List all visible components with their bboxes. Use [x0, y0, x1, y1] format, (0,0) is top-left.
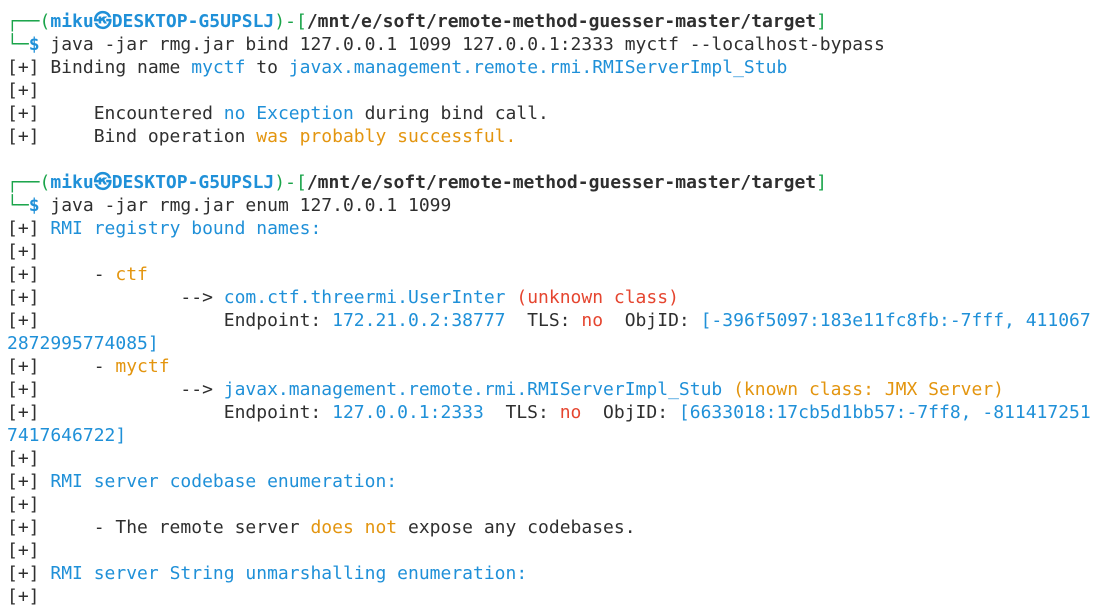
prompt-host: DESKTOP-G5UPSLJ: [111, 172, 275, 193]
output-line: [+]: [7, 80, 40, 101]
obj-id: [6633018:17cb5d1bb57:-7ff8, -811417251: [678, 402, 1091, 423]
prompt-line: ┌──(miku㉿DESKTOP-G5UPSLJ)-[/mnt/e/soft/r…: [7, 10, 827, 33]
output-line: [+]: [7, 540, 40, 561]
prompt-path: /mnt/e/soft/remote-method-guesser-master…: [306, 11, 817, 32]
command-text: java -jar rmg.jar bind 127.0.0.1 1099 12…: [39, 34, 885, 55]
bound-name: myctf: [115, 356, 170, 377]
prompt-dollar: $: [28, 34, 40, 55]
endpoint: 172.21.0.2:38777: [332, 310, 506, 331]
obj-id: [-396f5097:183e11fc8fb:-7fff, 411067: [700, 310, 1091, 331]
class-name: com.ctf.threermi.UserInter: [223, 287, 506, 308]
command-text: java -jar rmg.jar enum 127.0.0.1 1099: [39, 195, 452, 216]
prompt-host: DESKTOP-G5UPSLJ: [111, 11, 275, 32]
prompt-user: miku: [50, 172, 94, 193]
prompt-corner: └─: [7, 34, 29, 55]
prompt-paren: (: [39, 172, 51, 193]
status-highlight: does not: [310, 517, 398, 538]
prompt-corner: ┌──: [7, 172, 40, 193]
output-line: [+] - myctf: [7, 356, 170, 377]
command-line: └─$ java -jar rmg.jar bind 127.0.0.1 109…: [7, 33, 885, 56]
output-line: [+] Endpoint: 172.21.0.2:38777 TLS: no O…: [7, 310, 1091, 331]
prompt-at-icon: ㉿: [93, 11, 112, 32]
output-line: [+] --> com.ctf.threermi.UserInter (unkn…: [7, 287, 679, 308]
bound-name: myctf: [191, 57, 246, 78]
prompt-at-icon: ㉿: [93, 172, 112, 193]
bound-name: ctf: [115, 264, 148, 285]
class-name: javax.management.remote.rmi.RMIServerImp…: [223, 379, 723, 400]
obj-id: 2872995774085]: [7, 333, 159, 354]
prompt-bracket: [: [295, 172, 307, 193]
command-line: └─$ java -jar rmg.jar enum 127.0.0.1 109…: [7, 194, 451, 217]
obj-id: 7417646722]: [7, 425, 127, 446]
prompt-corner: └─: [7, 195, 29, 216]
output-line: 2872995774085]: [7, 332, 159, 355]
section-heading: RMI server String unmarshalling enumerat…: [50, 563, 528, 584]
prompt-corner: ┌──: [7, 11, 40, 32]
status-highlight: was probably successful.: [256, 126, 517, 147]
prompt-paren: ): [274, 172, 286, 193]
prompt-paren: ): [274, 11, 286, 32]
tls-status: no: [581, 310, 604, 331]
output-line: [+] Binding name myctf to javax.manageme…: [7, 57, 788, 78]
output-line: [+] RMI registry bound names:: [7, 218, 322, 239]
output-line: [+] Bind operation was probably successf…: [7, 126, 517, 147]
prompt-bracket: ]: [816, 11, 827, 32]
output-line: [+]: [7, 586, 40, 607]
output-line: [+]: [7, 241, 40, 262]
output-line: [+] --> javax.management.remote.rmi.RMIS…: [7, 379, 1005, 400]
prompt-user: miku: [50, 11, 94, 32]
class-note: (unknown class): [505, 287, 679, 308]
class-name: javax.management.remote.rmi.RMIServerImp…: [288, 57, 788, 78]
section-heading: RMI server codebase enumeration:: [50, 471, 398, 492]
prompt-line: ┌──(miku㉿DESKTOP-G5UPSLJ)-[/mnt/e/soft/r…: [7, 171, 827, 194]
prompt-dollar: $: [28, 195, 40, 216]
endpoint: 127.0.0.1:2333: [332, 402, 484, 423]
prompt-bracket: [: [295, 11, 307, 32]
class-note: (known class: JMX Server): [722, 379, 1005, 400]
output-line: 7417646722]: [7, 424, 126, 447]
section-heading: RMI registry bound names:: [50, 218, 322, 239]
terminal-window[interactable]: ┌──(miku㉿DESKTOP-G5UPSLJ)-[/mnt/e/soft/r…: [0, 0, 1120, 607]
output-line: [+] Encountered no Exception during bind…: [7, 103, 549, 124]
output-line: [+] RMI server String unmarshalling enum…: [7, 563, 528, 584]
prompt-dash: -: [285, 172, 296, 193]
output-line: [+] Endpoint: 127.0.0.1:2333 TLS: no Obj…: [7, 402, 1091, 423]
prompt-dash: -: [285, 11, 296, 32]
output-line: [+] RMI server codebase enumeration:: [7, 471, 398, 492]
prompt-paren: (: [39, 11, 51, 32]
output-line: [+] - ctf: [7, 264, 148, 285]
tls-status: no: [559, 402, 582, 423]
prompt-bracket: ]: [816, 172, 827, 193]
output-line: [+] - The remote server does not expose …: [7, 517, 636, 538]
prompt-path: /mnt/e/soft/remote-method-guesser-master…: [306, 172, 817, 193]
output-line: [+]: [7, 494, 40, 515]
output-line: [+]: [7, 448, 40, 469]
